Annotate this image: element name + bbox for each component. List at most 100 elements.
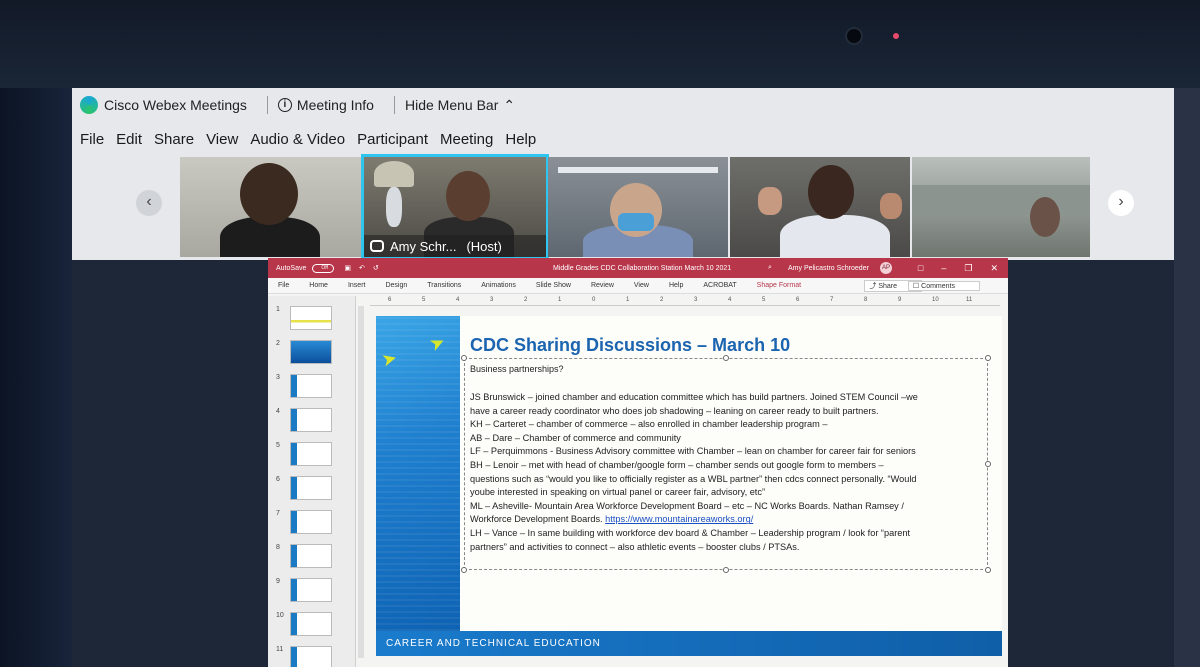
slide-footer: CAREER AND TECHNICAL EDUCATION [376, 631, 1002, 656]
tab-transitions[interactable]: Transitions [427, 282, 461, 289]
video-strip: ‹ Amy Schr... (Host) › [72, 154, 1174, 260]
tab-slide-show[interactable]: Slide Show [536, 282, 571, 289]
thumbnail-scrollbar[interactable] [358, 306, 364, 658]
ruler-tick: 4 [456, 297, 460, 303]
slide-subtitle: Business partnerships? [470, 364, 564, 374]
tab-view[interactable]: View [634, 282, 649, 289]
thumbnail-accent [291, 579, 297, 601]
resize-handle[interactable] [461, 567, 467, 573]
slide-thumbnail[interactable]: 3 [272, 374, 352, 408]
tab-design[interactable]: Design [385, 282, 407, 289]
participant-video[interactable] [730, 157, 910, 257]
slide-number: 7 [276, 510, 280, 517]
slide-number: 4 [276, 408, 280, 415]
chevron-up-icon: ⌃ [503, 96, 516, 113]
slide-number: 10 [276, 612, 284, 619]
ruler-tick: 0 [592, 297, 596, 303]
tab-animations[interactable]: Animations [481, 282, 516, 289]
maximize-icon[interactable]: ❐ [964, 263, 972, 274]
ruler-tick: 8 [864, 297, 868, 303]
slide-number: 2 [276, 340, 280, 347]
hide-menu-bar-button[interactable]: Hide Menu Bar ⌃ [405, 97, 515, 114]
tab-file[interactable]: File [278, 282, 289, 289]
ruler-tick: 2 [660, 297, 664, 303]
ribbon-display-icon[interactable]: □ [918, 263, 923, 274]
slide-decorative-panel: ➤ ➤ [376, 316, 460, 631]
tab-shape-format[interactable]: Shape Format [757, 282, 801, 289]
slide-thumbnail[interactable]: 1 [272, 306, 352, 340]
ppt-ribbon: File Home Insert Design Transitions Anim… [268, 278, 1008, 294]
tab-home[interactable]: Home [309, 282, 328, 289]
thumbnail-image [290, 646, 332, 667]
slide-body-text[interactable]: JS Brunswick – joined chamber and educat… [470, 391, 982, 554]
body-line: yoube interested in speaking on virtual … [470, 487, 766, 498]
participant-video[interactable] [180, 157, 362, 257]
ruler-tick: 5 [422, 297, 426, 303]
thumbnail-image [290, 578, 332, 602]
tab-help[interactable]: Help [669, 282, 683, 289]
slide-thumbnail[interactable]: 2 [272, 340, 352, 374]
participant-figure [446, 171, 490, 221]
mountainareaworks-link[interactable]: https://www.mountainareaworks.org/ [605, 514, 753, 524]
slide-canvas[interactable]: ➤ ➤ CDC Sharing Discussions – March 10 B… [376, 316, 1002, 656]
resize-handle[interactable] [985, 355, 991, 361]
slide-thumbnail[interactable]: 6 [272, 476, 352, 510]
participant-video[interactable] [912, 157, 1090, 257]
slide-thumbnail[interactable]: 7 [272, 510, 352, 544]
thumbnail-image [290, 544, 332, 568]
redo-icon[interactable]: ↺ [373, 264, 379, 272]
video-next-button[interactable]: › [1108, 190, 1134, 216]
ruler-tick: 1 [558, 297, 562, 303]
menu-participant[interactable]: Participant [357, 131, 428, 148]
close-icon[interactable]: ✕ [990, 263, 998, 274]
participant-video[interactable] [548, 157, 728, 257]
tab-insert[interactable]: Insert [348, 282, 366, 289]
search-icon[interactable]: ⌕ [768, 264, 772, 272]
slide-thumbnail[interactable]: 8 [272, 544, 352, 578]
webex-topbar: Cisco Webex Meetings i Meeting Info Hide… [72, 88, 1174, 122]
autosave-toggle[interactable]: Off [312, 263, 335, 273]
resize-handle[interactable] [985, 461, 991, 467]
participant-figure [808, 165, 854, 219]
thumbnail-accent [291, 545, 297, 567]
ruler-tick: 2 [524, 297, 528, 303]
resize-handle[interactable] [461, 355, 467, 361]
avatar[interactable]: AP [880, 262, 892, 274]
slide-thumbnail[interactable]: 11 [272, 646, 352, 667]
meeting-info-button[interactable]: i Meeting Info [277, 97, 374, 113]
thumbnail-image [290, 374, 332, 398]
slide-thumbnail[interactable]: 5 [272, 442, 352, 476]
slide-title[interactable]: CDC Sharing Discussions – March 10 [470, 335, 790, 356]
menu-share[interactable]: Share [154, 131, 194, 148]
slide-thumbnail[interactable]: 9 [272, 578, 352, 612]
resize-handle[interactable] [985, 567, 991, 573]
menu-edit[interactable]: Edit [116, 131, 142, 148]
save-icon[interactable]: ▣ [344, 264, 351, 272]
menu-meeting[interactable]: Meeting [440, 131, 493, 148]
menu-file[interactable]: File [80, 131, 104, 148]
video-prev-button[interactable]: ‹ [136, 190, 162, 216]
body-line: AB – Dare – Chamber of commerce and comm… [470, 432, 681, 443]
resize-handle[interactable] [723, 567, 729, 573]
ruler-tick: 6 [388, 297, 392, 303]
slide-thumbnail[interactable]: 4 [272, 408, 352, 442]
menu-view[interactable]: View [206, 131, 238, 148]
thumbnail-image [290, 476, 332, 500]
resize-handle[interactable] [723, 355, 729, 361]
comments-button[interactable]: ☐ Comments [907, 280, 980, 291]
ruler-tick: 9 [898, 297, 902, 303]
tab-review[interactable]: Review [591, 282, 614, 289]
minimize-icon[interactable]: – [941, 263, 946, 274]
menu-help[interactable]: Help [505, 131, 536, 148]
undo-icon[interactable]: ↶ [359, 264, 365, 272]
slide-number: 5 [276, 442, 280, 449]
slide-number: 8 [276, 544, 280, 551]
slide-number: 1 [276, 306, 280, 313]
tab-acrobat[interactable]: ACROBAT [703, 282, 736, 289]
slide-thumbnail[interactable]: 10 [272, 612, 352, 646]
participant-video-host[interactable]: Amy Schr... (Host) [361, 154, 549, 260]
thumbnail-image [290, 340, 332, 364]
waving-hand [880, 193, 902, 219]
webcam-led [893, 33, 899, 39]
menu-audio-video[interactable]: Audio & Video [250, 131, 345, 148]
